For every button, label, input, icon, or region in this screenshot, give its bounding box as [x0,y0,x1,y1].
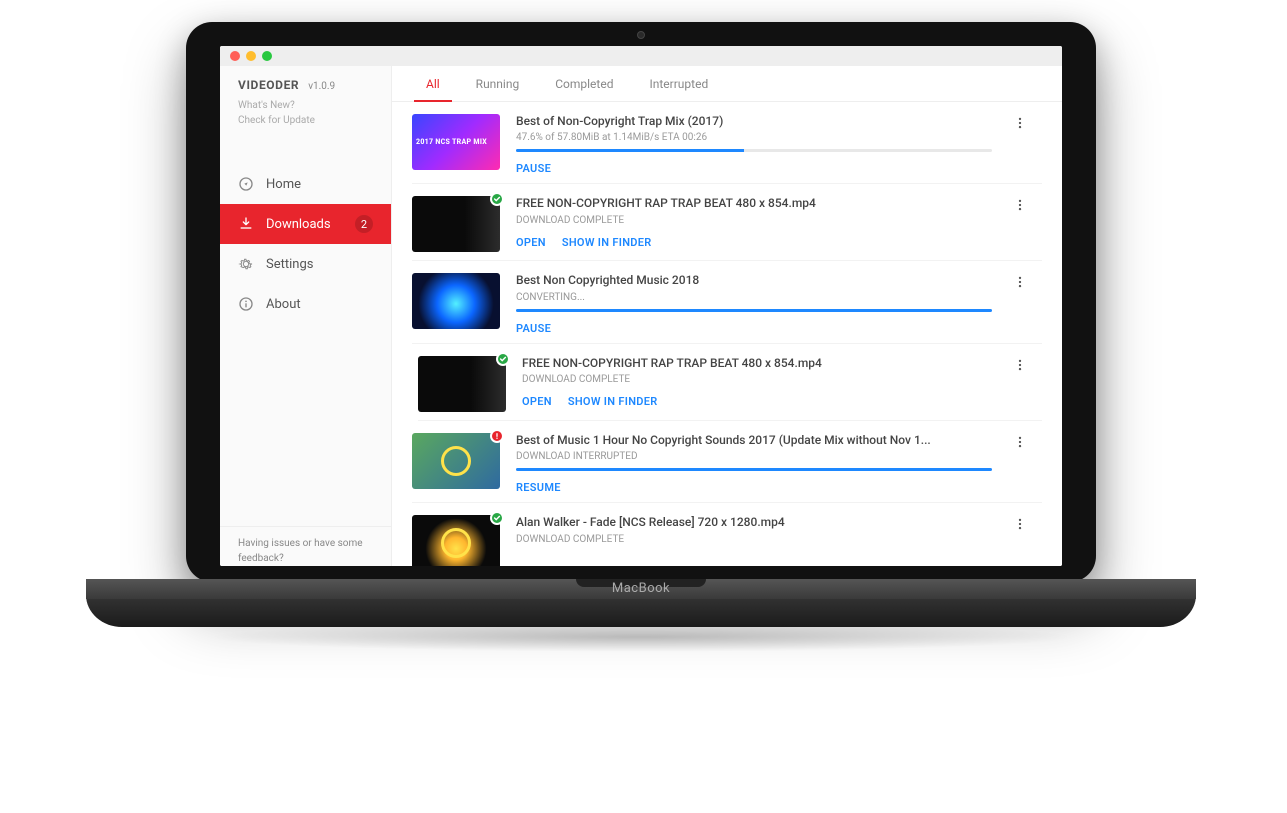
progress-bar [516,309,992,312]
check-icon [496,352,510,366]
tab-all[interactable]: All [422,67,444,101]
download-title: Best of Non-Copyright Trap Mix (2017) [516,114,992,128]
download-title: Best Non Copyrighted Music 2018 [516,273,992,287]
check-icon [490,511,504,525]
camera [637,31,645,39]
window-titlebar [220,46,1062,66]
download-title: FREE NON-COPYRIGHT RAP TRAP BEAT 480 x 8… [516,196,992,210]
download-status: DOWNLOAD INTERRUPTED [516,451,992,462]
download-row: 2017 NCS TRAP MIX Best of Non-Copyright T… [412,102,1042,184]
download-status: 47.6% of 57.80MiB at 1.14MiB/s ETA 00:26 [516,132,992,143]
nav-label: About [266,297,301,312]
nav-label: Downloads [266,217,331,232]
minimize-window-button[interactable] [246,51,256,61]
nav-settings[interactable]: Settings [220,244,391,284]
tab-interrupted[interactable]: Interrupted [645,67,712,101]
row-menu-button[interactable] [1008,114,1032,175]
download-list: 2017 NCS TRAP MIX Best of Non-Copyright T… [392,102,1062,566]
thumbnail [418,356,506,412]
download-status: CONVERTING... [516,292,992,303]
nav-label: Settings [266,257,313,272]
download-status: DOWNLOAD COMPLETE [522,374,992,385]
progress-bar [516,468,992,471]
gear-icon [238,256,254,272]
maximize-window-button[interactable] [262,51,272,61]
row-menu-button[interactable] [1008,196,1032,252]
whats-new-link[interactable]: What's New? [238,98,373,113]
close-window-button[interactable] [230,51,240,61]
info-icon [238,296,254,312]
app-title: VIDEODER [238,78,299,92]
open-button[interactable]: OPEN [516,236,546,249]
thumbnail [412,515,500,566]
row-menu-button[interactable] [1008,356,1032,412]
sidebar-footer-text: Having issues or have some feedback? [238,537,373,566]
row-menu-button[interactable] [1008,273,1032,334]
download-row: FREE NON-COPYRIGHT RAP TRAP BEAT 480 x 8… [412,184,1042,261]
tabs: All Running Completed Interrupted [392,66,1062,102]
open-button[interactable]: OPEN [522,395,552,408]
error-icon [490,429,504,443]
app-window: VIDEODER v1.0.9 What's New? Check for Up… [220,46,1062,566]
row-menu-button[interactable] [1008,433,1032,494]
download-title: FREE NON-COPYRIGHT RAP TRAP BEAT 480 x 8… [522,356,992,370]
thumbnail: 2017 NCS TRAP MIX [412,114,500,170]
row-menu-button[interactable] [1008,515,1032,566]
thumbnail [412,196,500,252]
nav-about[interactable]: About [220,284,391,324]
download-row: Best Non Copyrighted Music 2018 CONVERTIN… [412,261,1042,343]
laptop-mockup: VIDEODER v1.0.9 What's New? Check for Up… [186,22,1096,636]
show-in-finder-button[interactable]: SHOW IN FINDER [568,395,658,408]
download-row: FREE NON-COPYRIGHT RAP TRAP BEAT 480 x 8… [418,344,1042,421]
compass-icon [238,176,254,192]
check-icon [490,192,504,206]
screen-bezel: VIDEODER v1.0.9 What's New? Check for Up… [186,22,1096,582]
pause-button[interactable]: PAUSE [516,322,551,335]
thumbnail [412,433,500,489]
download-status: DOWNLOAD COMPLETE [516,215,992,226]
check-update-link[interactable]: Check for Update [238,113,373,128]
macbook-label: MacBook [86,581,1196,596]
resume-button[interactable]: RESUME [516,481,561,494]
tab-completed[interactable]: Completed [551,67,617,101]
tab-running[interactable]: Running [472,67,524,101]
nav-label: Home [266,177,301,192]
progress-bar [516,149,992,152]
download-title: Best of Music 1 Hour No Copyright Sounds… [516,433,992,447]
download-row: Best of Music 1 Hour No Copyright Sounds… [412,421,1042,503]
laptop-base: MacBook [86,579,1196,627]
pause-button[interactable]: PAUSE [516,162,551,175]
downloads-badge: 2 [355,215,373,233]
show-in-finder-button[interactable]: SHOW IN FINDER [562,236,652,249]
download-status: DOWNLOAD COMPLETE [516,534,992,545]
download-row: Alan Walker - Fade [NCS Release] 720 x 1… [412,503,1042,566]
nav-downloads[interactable]: Downloads 2 [220,204,391,244]
nav-home[interactable]: Home [220,164,391,204]
app-version: v1.0.9 [308,81,335,92]
sidebar: VIDEODER v1.0.9 What's New? Check for Up… [220,66,392,566]
download-title: Alan Walker - Fade [NCS Release] 720 x 1… [516,515,992,529]
thumbnail [412,273,500,329]
download-icon [238,216,254,232]
